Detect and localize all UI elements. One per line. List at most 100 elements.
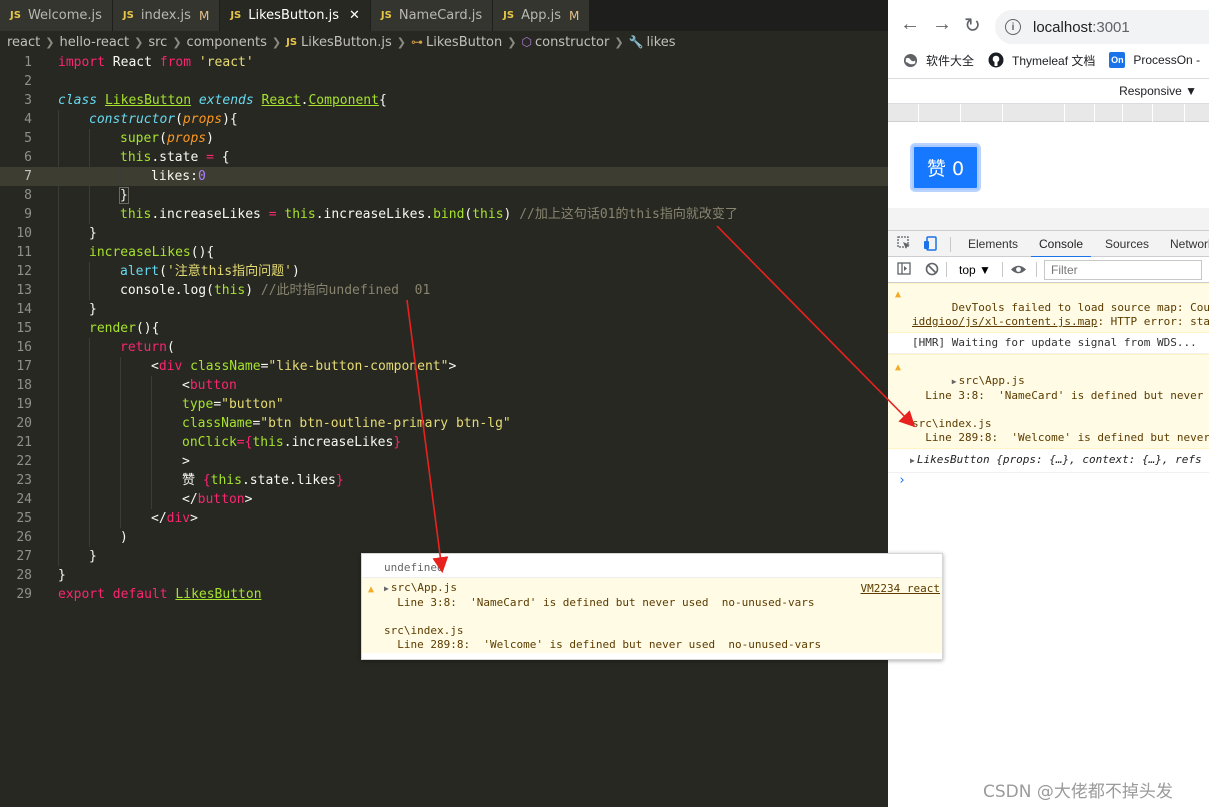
github-icon — [988, 52, 1004, 68]
console-warning: ▲ DevTools failed to load source map: Cou… — [888, 283, 1209, 333]
close-icon[interactable]: ✕ — [349, 8, 360, 23]
line-number: 24 — [16, 492, 32, 507]
inspect-element-icon[interactable] — [897, 236, 911, 253]
line-number: 7 — [24, 169, 32, 184]
context-select[interactable]: top ▼ — [959, 263, 991, 277]
bookmark-label: Thymeleaf 文档 — [1012, 53, 1096, 68]
modified-badge: M — [198, 8, 210, 23]
toolbar-divider — [1036, 262, 1037, 277]
clear-console-icon[interactable] — [925, 262, 939, 279]
tab-console[interactable]: Console — [1030, 237, 1092, 258]
reload-icon[interactable]: ↻ — [964, 13, 981, 38]
code-line: 11 increaseLikes(){ — [0, 243, 888, 262]
breadcrumb-field[interactable]: likes — [646, 35, 675, 50]
line-number: 29 — [16, 587, 32, 602]
info-icon[interactable]: i — [1005, 19, 1021, 35]
breadcrumb-file[interactable]: LikesButton.js — [301, 35, 392, 50]
method-symbol-icon: ⬡ — [521, 35, 532, 49]
code-editor[interactable]: JS Welcome.js JS index.js M JS LikesButton.j… — [0, 0, 888, 807]
chevron-right-icon: ❯ — [271, 35, 282, 49]
code-text: } — [58, 568, 66, 583]
tab-label: LikesButton.js — [248, 8, 340, 23]
code-text: constructor(props){ — [89, 112, 238, 127]
sidebar-toggle-icon[interactable] — [897, 262, 911, 278]
bookmark-item[interactable]: On ProcessOn - — [1109, 52, 1200, 68]
code-text: this.state = { — [120, 150, 230, 165]
breadcrumb-item[interactable]: components — [187, 35, 267, 50]
source-map-link[interactable]: iddgioo/js/xl-content.js.map — [912, 315, 1097, 328]
console-log: [HMR] Waiting for update signal from WDS… — [888, 333, 1209, 354]
code-text: render(){ — [89, 321, 160, 336]
chevron-right-icon: ❯ — [507, 35, 517, 49]
code-line: 18 <button — [0, 376, 888, 395]
breadcrumb-item[interactable]: src — [148, 35, 167, 50]
breadcrumb-item[interactable]: hello-react — [60, 35, 130, 50]
media-query-ruler[interactable] — [888, 104, 1209, 122]
expand-triangle-icon[interactable]: ▶ — [952, 377, 957, 386]
code-line: 5 super(props) — [0, 129, 888, 148]
code-text: increaseLikes(){ — [89, 245, 215, 260]
undefined-output: undefined — [362, 554, 942, 578]
line-number: 11 — [16, 245, 32, 260]
back-arrow-icon[interactable]: ← — [900, 13, 920, 36]
code-line-current: 7 likes:0 — [0, 167, 888, 186]
editor-tab-bar: JS Welcome.js JS index.js M JS LikesButton.j… — [0, 0, 888, 31]
tab-elements[interactable]: Elements — [968, 237, 1018, 251]
js-file-icon: JS — [286, 36, 298, 48]
toolbar-divider — [1002, 262, 1003, 277]
tab-network[interactable]: Network — [1170, 237, 1209, 251]
code-text: 赞 {this.state.likes} — [182, 473, 344, 488]
line-number: 14 — [16, 302, 32, 317]
code-line: 1 import React from 'react' — [0, 53, 888, 72]
code-area[interactable]: 1 import React from 'react' 2 3 class Like… — [0, 53, 888, 604]
vm-source-link[interactable]: VM2234 react — [861, 582, 940, 596]
expand-triangle-icon[interactable]: ▶ — [910, 456, 915, 465]
bookmark-item[interactable]: Thymeleaf 文档 — [988, 52, 1095, 69]
breadcrumb-item[interactable]: react — [7, 35, 40, 50]
eye-icon[interactable] — [1010, 263, 1027, 278]
line-number: 21 — [16, 435, 32, 450]
code-text: } — [119, 187, 129, 204]
breadcrumb-method[interactable]: constructor — [535, 35, 609, 50]
like-button[interactable]: 赞 0 — [912, 145, 979, 190]
url-input[interactable]: i localhost:3001 — [995, 10, 1209, 44]
filter-input[interactable]: Filter — [1044, 260, 1202, 280]
breadcrumb: react ❯ hello-react ❯ src ❯ components ❯ JS L… — [0, 31, 888, 53]
code-text: onClick={this.increaseLikes} — [182, 435, 402, 450]
code-line: 22 > — [0, 452, 888, 471]
expand-triangle-icon[interactable]: ▶ — [384, 584, 389, 593]
tab-app-js[interactable]: JS App.js M — [493, 0, 591, 31]
line-number: 9 — [24, 207, 32, 222]
line-number: 17 — [16, 359, 32, 374]
devtools-tab-bar: Elements Console Sources Network — [888, 230, 1209, 258]
js-file-icon: JS — [10, 10, 21, 21]
tab-label: index.js — [140, 8, 191, 23]
tab-welcome-js[interactable]: JS Welcome.js — [0, 0, 113, 31]
forward-arrow-icon[interactable]: → — [932, 13, 952, 36]
line-number: 23 — [16, 473, 32, 488]
globe-icon — [902, 52, 918, 68]
bookmark-item[interactable]: 软件大全 — [902, 52, 974, 69]
js-file-icon: JS — [380, 10, 392, 21]
chevron-right-icon: ❯ — [134, 35, 144, 49]
tab-sources[interactable]: Sources — [1105, 237, 1149, 251]
console-object-log[interactable]: ▶ LikesButton {props: {…}, context: {…}, … — [888, 449, 1209, 473]
code-line: 23 赞 {this.state.likes} — [0, 471, 888, 490]
console-prompt[interactable]: › — [888, 473, 1209, 489]
code-text: this.increaseLikes = this.increaseLikes.… — [120, 207, 738, 222]
device-toggle-icon[interactable] — [923, 236, 937, 254]
tab-index-js[interactable]: JS index.js M — [112, 0, 221, 31]
tab-namecard-js[interactable]: JS NameCard.js — [370, 0, 494, 31]
responsive-select[interactable]: Responsive ▼ — [1119, 84, 1197, 98]
page-viewport: 赞 0 — [911, 122, 1209, 208]
line-number: 10 — [16, 226, 32, 241]
code-line: 8} — [0, 186, 888, 205]
line-number: 28 — [16, 568, 32, 583]
code-text: </button> — [182, 492, 253, 507]
chevron-right-icon: ❯ — [614, 35, 624, 49]
device-toolbar: Responsive ▼ — [888, 78, 1209, 104]
line-number: 5 — [24, 131, 32, 146]
tab-likesbutton-js[interactable]: JS LikesButton.js ✕ — [220, 0, 371, 31]
breadcrumb-class[interactable]: LikesButton — [426, 35, 502, 50]
code-text: ) — [120, 530, 128, 545]
